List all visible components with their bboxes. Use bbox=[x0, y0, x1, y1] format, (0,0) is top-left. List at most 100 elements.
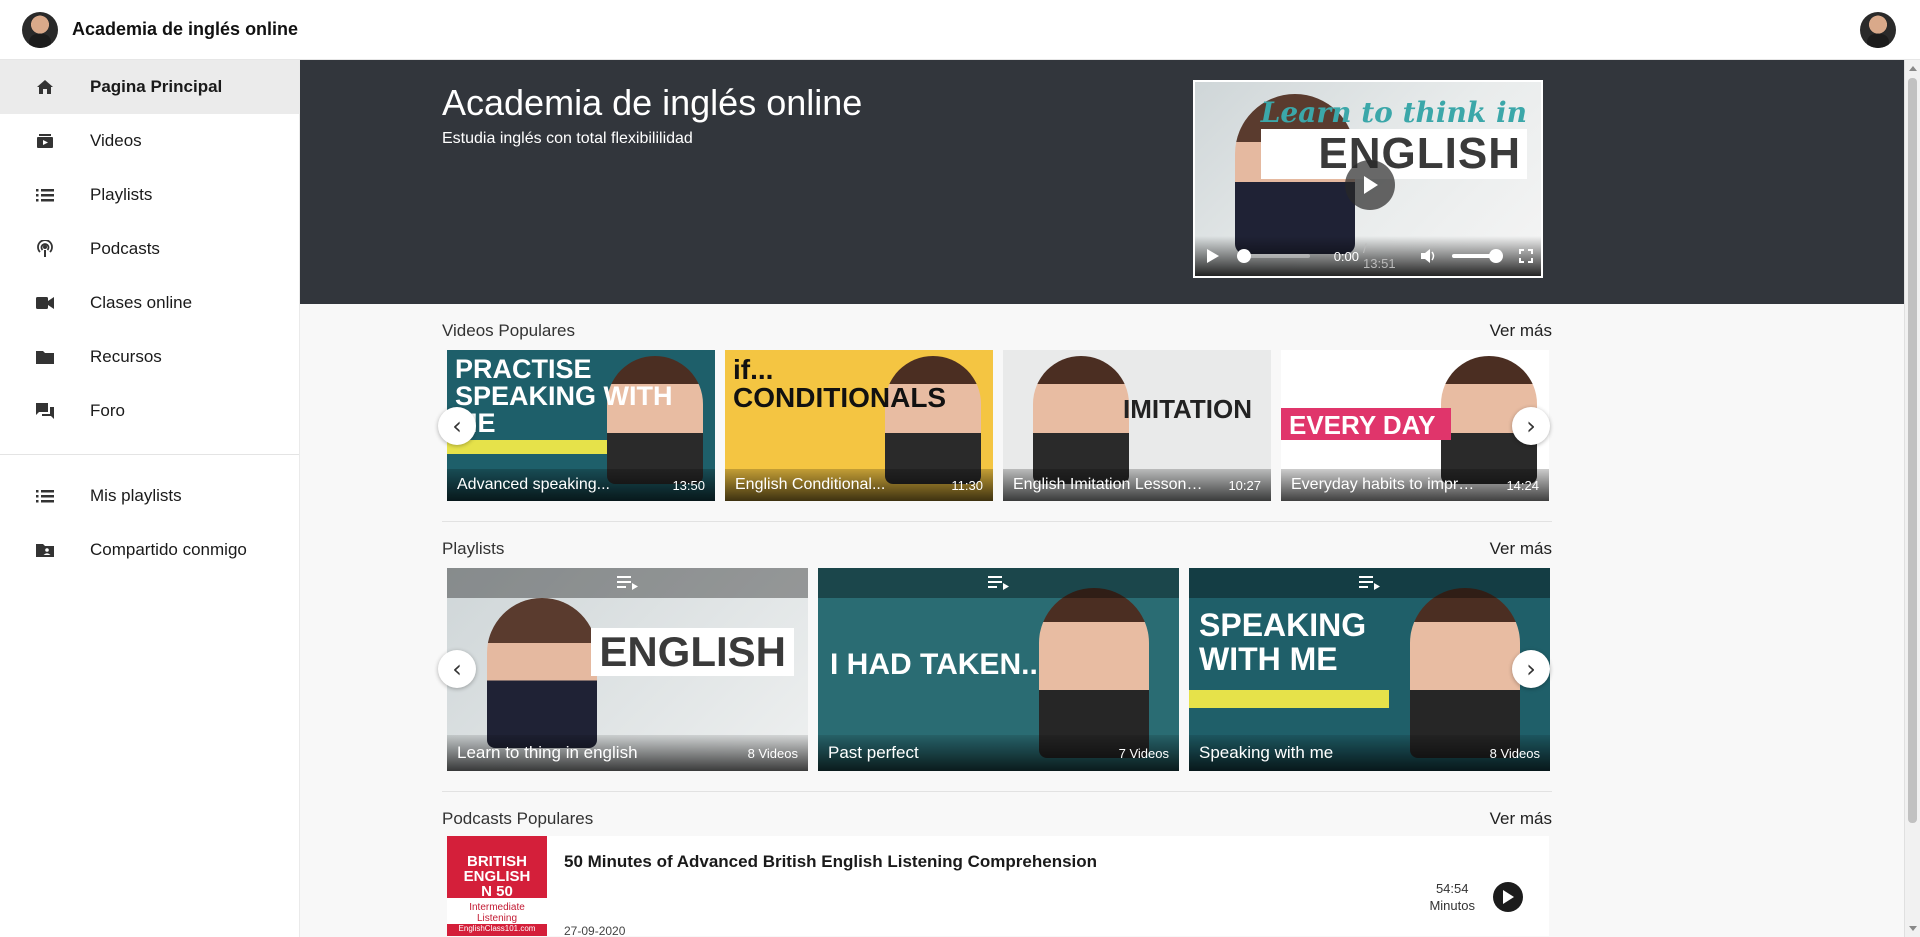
big-play-button[interactable] bbox=[1345, 160, 1395, 210]
progress-knob[interactable] bbox=[1236, 249, 1251, 263]
see-more-link[interactable]: Ver más bbox=[1490, 539, 1552, 559]
fullscreen-icon[interactable] bbox=[1511, 249, 1541, 263]
playlist-card[interactable]: I HAD TAKEN.. Past perfect 7 Videos bbox=[818, 568, 1179, 771]
carousel-prev-button[interactable]: ‹ bbox=[438, 650, 476, 688]
podcast-thumb-footer: EnglishClass101.com bbox=[447, 924, 547, 936]
playlist-title: Learn to thing in english bbox=[457, 743, 638, 762]
playlist-icon bbox=[617, 575, 639, 596]
playlist-card[interactable]: ENGLISH Learn to thing in english 8 Vide… bbox=[447, 568, 808, 771]
video-current-time: 0:00 bbox=[1333, 248, 1360, 264]
sidebar-item-videos[interactable]: Videos bbox=[0, 114, 299, 168]
list-icon bbox=[34, 184, 56, 206]
page-scrollbar[interactable] bbox=[1904, 60, 1920, 937]
brand-avatar[interactable] bbox=[22, 11, 58, 48]
sidebar-item-recursos[interactable]: Recursos bbox=[0, 330, 299, 384]
video-card[interactable]: EVERY DAY Everyday habits to improv... 1… bbox=[1281, 350, 1549, 501]
thumbnail-person bbox=[1039, 588, 1149, 758]
thumbnail-text: if... CONDITIONALS bbox=[733, 354, 947, 413]
sidebar: Pagina Principal Videos Playlists Podcas… bbox=[0, 60, 300, 937]
video-thumbnail-text: Learn to think in ENGLISH bbox=[1260, 96, 1527, 179]
video-card[interactable]: IMITATION English Imitation Lessons ... … bbox=[1003, 350, 1271, 501]
user-avatar[interactable] bbox=[1860, 12, 1896, 48]
sidebar-item-foro[interactable]: Foro bbox=[0, 384, 299, 438]
see-more-link[interactable]: Ver más bbox=[1490, 321, 1552, 341]
volume-slider[interactable] bbox=[1451, 249, 1504, 263]
shared-folder-icon bbox=[34, 539, 56, 561]
sidebar-item-compartido-conmigo[interactable]: Compartido conmigo bbox=[0, 523, 299, 577]
carousel-prev-button[interactable]: ‹ bbox=[438, 407, 476, 445]
playlist-icon bbox=[1359, 575, 1381, 596]
sidebar-item-playlists[interactable]: Playlists bbox=[0, 168, 299, 222]
forum-icon bbox=[34, 400, 56, 422]
playlist-count: 8 Videos bbox=[1489, 745, 1540, 761]
podcast-duration: 54:54 Minutos bbox=[1429, 880, 1475, 914]
main-content: Videos Populares Ver más PRACTISE SPEAKI… bbox=[438, 304, 1552, 937]
volume-icon[interactable] bbox=[1414, 249, 1444, 263]
sidebar-item-clases-online[interactable]: Clases online bbox=[0, 276, 299, 330]
thumbnail-text: ENGLISH bbox=[591, 628, 794, 676]
thumb-line-4: Listening bbox=[476, 913, 518, 924]
sidebar-item-pagina-principal[interactable]: Pagina Principal bbox=[0, 60, 299, 114]
video-card[interactable]: PRACTISE SPEAKING WITH ME Advanced speak… bbox=[447, 350, 715, 501]
hero-banner: Academia de inglés online Estudia inglés… bbox=[300, 60, 1904, 304]
thumb-line-1: BRITISH ENGLISH bbox=[463, 853, 531, 885]
sidebar-item-label: Clases online bbox=[90, 293, 193, 312]
section-title: Playlists bbox=[442, 539, 505, 558]
video-title: Advanced speaking... bbox=[457, 476, 610, 493]
playlist-card-bar: Speaking with me 8 Videos bbox=[1189, 735, 1550, 771]
sidebar-item-mis-playlists[interactable]: Mis playlists bbox=[0, 469, 299, 523]
popular-videos-carousel: PRACTISE SPEAKING WITH ME Advanced speak… bbox=[438, 350, 1552, 501]
playlist-count: 7 Videos bbox=[1118, 745, 1169, 761]
video-library-icon bbox=[34, 130, 56, 152]
sidebar-item-label: Recursos bbox=[90, 347, 162, 366]
sidebar-item-label: Playlists bbox=[90, 185, 153, 204]
hero-video-player[interactable]: Learn to think in ENGLISH 0:00 / 13:51 bbox=[1193, 80, 1543, 278]
thumbnail-text: IMITATION bbox=[1123, 394, 1253, 424]
scroll-up-arrow[interactable] bbox=[1909, 66, 1917, 71]
podcast-title[interactable]: 50 Minutes of Advanced British English L… bbox=[564, 852, 1097, 872]
videocam-icon bbox=[34, 292, 56, 314]
playlist-icon bbox=[988, 575, 1010, 596]
podcast-thumb-sub: Intermediate Listening bbox=[447, 902, 547, 924]
scroll-down-arrow[interactable] bbox=[1909, 926, 1917, 931]
podcast-item[interactable]: BRITISH ENGLISH N 50 MINUTES Intermediat… bbox=[447, 836, 1549, 937]
video-card-bar: Advanced speaking... 13:50 bbox=[447, 469, 715, 501]
podcast-icon bbox=[34, 238, 56, 260]
thumbnail-text: I HAD TAKEN.. bbox=[830, 648, 1038, 681]
sidebar-item-label: Mis playlists bbox=[90, 486, 182, 505]
hero-title: Academia de inglés online bbox=[442, 82, 863, 123]
thumbnail-person bbox=[487, 598, 597, 748]
thumb-line-3: Intermediate bbox=[469, 902, 525, 913]
podcast-duration-value: 54:54 bbox=[1435, 881, 1469, 896]
thumbnail-person bbox=[1410, 588, 1520, 758]
playlist-title: Past perfect bbox=[828, 743, 919, 762]
sidebar-item-podcasts[interactable]: Podcasts bbox=[0, 222, 299, 276]
popular-videos-header: Videos Populares Ver más bbox=[442, 304, 1552, 344]
video-title: English Conditional... bbox=[735, 476, 886, 493]
podcast-play-button[interactable] bbox=[1493, 882, 1523, 912]
folder-icon bbox=[34, 346, 56, 368]
video-progress-slider[interactable] bbox=[1236, 249, 1310, 263]
thumb-line-1: Learn to think in bbox=[1260, 96, 1527, 129]
video-duration: / 13:51 bbox=[1363, 241, 1396, 271]
podcast-duration-unit: Minutos bbox=[1429, 898, 1475, 913]
carousel-next-button[interactable]: › bbox=[1512, 650, 1550, 688]
scrollbar-thumb[interactable] bbox=[1908, 78, 1917, 823]
list-icon bbox=[34, 485, 56, 507]
thumb-line-2: ENGLISH bbox=[1260, 129, 1527, 179]
thumbnail-text: PRACTISE SPEAKING WITH ME bbox=[455, 354, 673, 437]
volume-knob[interactable] bbox=[1489, 249, 1504, 263]
brand-title[interactable]: Academia de inglés online bbox=[72, 19, 298, 40]
playlist-card[interactable]: SPEAKING WITH ME Speaking with me 8 Vide… bbox=[1189, 568, 1550, 771]
video-card-bar: Everyday habits to improv... 14:24 bbox=[1281, 469, 1549, 501]
play-icon[interactable] bbox=[1195, 249, 1231, 263]
sidebar-item-label: Podcasts bbox=[90, 239, 160, 258]
thumbnail-person bbox=[1033, 356, 1129, 484]
video-duration: 11:30 bbox=[951, 477, 983, 493]
playlists-carousel: ENGLISH Learn to thing in english 8 Vide… bbox=[438, 568, 1552, 771]
playlist-count: 8 Videos bbox=[747, 745, 798, 761]
carousel-next-button[interactable]: › bbox=[1512, 407, 1550, 445]
video-card[interactable]: if... CONDITIONALS English Conditional..… bbox=[725, 350, 993, 501]
see-more-link[interactable]: Ver más bbox=[1490, 809, 1552, 829]
video-title: English Imitation Lessons ... bbox=[1013, 476, 1203, 493]
